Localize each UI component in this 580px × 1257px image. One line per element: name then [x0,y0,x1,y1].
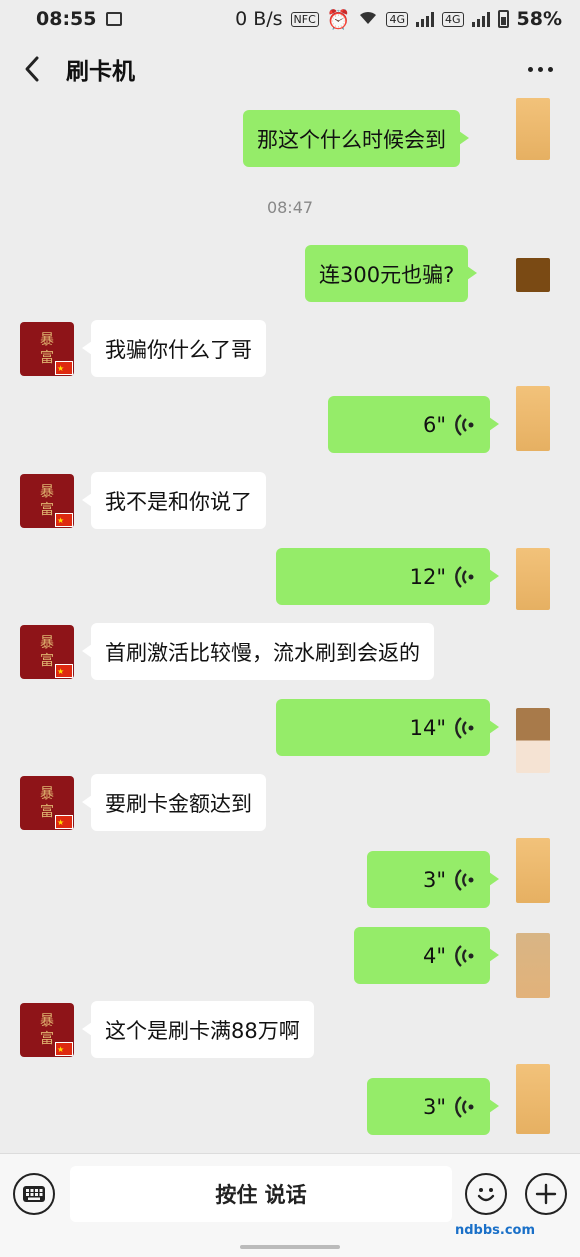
message-text: 连300元也骗? [319,262,455,287]
network-type-2: 4G [441,11,464,27]
status-time: 08:55 [36,8,97,30]
my-avatar[interactable] [516,708,550,773]
chat-title: 刷卡机 [66,59,135,85]
avatar-char: 暴 [40,635,54,651]
voice-message[interactable]: 4" [354,927,499,984]
voice-message[interactable]: 6" [328,396,499,453]
my-avatar[interactable] [516,258,550,292]
contact-avatar[interactable]: 暴 富 [20,474,74,528]
message-text: 我骗你什么了哥 [105,337,252,362]
voice-message[interactable]: 14" [276,699,499,756]
voice-wave-icon [455,944,474,967]
message-bubble[interactable]: 连300元也骗? [305,245,478,302]
message-text: 我不是和你说了 [105,489,252,514]
voice-wave-icon [455,1095,474,1118]
voice-wave-icon [455,868,474,891]
wifi-icon [358,8,378,30]
voice-duration: 3" [422,867,446,892]
chat-header: 刷卡机 [0,40,580,98]
avatar-char: 富 [40,502,54,518]
avatar-char: 暴 [40,332,54,348]
battery-icon [497,10,509,28]
message-text: 那这个什么时候会到 [257,127,446,152]
contact-avatar[interactable]: 暴 富 [20,625,74,679]
nfc-badge: NFC [290,11,319,27]
message-bubble[interactable]: 这个是刷卡满88万啊 [82,1001,314,1058]
status-right: 0 B/s NFC ⏰ 4G 4G 58% [235,8,562,31]
signal-icon [415,11,434,27]
voice-wave-icon [455,413,474,436]
flag-icon [55,814,73,830]
chat-messages[interactable]: 那这个什么时候会到 08:47 连300元也骗? 暴 富 我骗你什么了哥 6" … [0,98,580,1148]
avatar-char: 暴 [40,786,54,802]
voice-duration: 14" [409,715,446,740]
contact-avatar[interactable]: 暴 富 [20,322,74,376]
message-bubble[interactable]: 我骗你什么了哥 [82,320,266,377]
my-avatar[interactable] [516,838,550,903]
my-avatar[interactable] [516,548,550,610]
flag-icon [55,1041,73,1057]
voice-message[interactable]: 3" [367,1078,499,1135]
my-avatar[interactable] [516,386,550,451]
status-bar: 08:55 0 B/s NFC ⏰ 4G 4G 58% [0,0,580,38]
network-type-1: 4G [386,11,408,27]
avatar-char: 富 [40,804,54,820]
voice-duration: 12" [409,564,446,589]
contact-avatar[interactable]: 暴 富 [20,776,74,830]
voice-duration: 3" [422,1094,446,1119]
avatar-char: 暴 [40,484,54,500]
voice-duration: 6" [422,412,446,437]
avatar-char: 暴 [40,1013,54,1029]
contact-avatar[interactable]: 暴 富 [20,1003,74,1057]
avatar-char: 富 [40,653,54,669]
message-bubble[interactable]: 首刷激活比较慢，流水刷到会返的 [82,623,434,680]
hold-to-talk-button[interactable]: 按住 说话 [70,1166,452,1222]
my-avatar[interactable] [516,98,550,160]
message-bubble[interactable]: 我不是和你说了 [82,472,266,529]
chevron-left-icon[interactable] [10,47,54,91]
battery-percent: 58% [516,8,562,30]
voice-message[interactable]: 3" [367,851,499,908]
message-bubble[interactable]: 要刷卡金额达到 [82,774,266,831]
message-text: 首刷激活比较慢，流水刷到会返的 [105,640,420,665]
message-text: 这个是刷卡满88万啊 [105,1018,300,1043]
more-dots-icon[interactable] [522,54,558,84]
voice-duration: 4" [422,943,446,968]
message-bubble[interactable]: 那这个什么时候会到 [243,110,469,167]
my-avatar[interactable] [516,1064,550,1134]
message-timestamp: 08:47 [266,198,314,217]
voice-message[interactable]: 12" [276,548,499,605]
my-avatar[interactable] [516,933,550,998]
home-indicator [240,1245,340,1249]
keyboard-icon[interactable] [13,1173,55,1215]
emoji-icon[interactable] [465,1173,507,1215]
message-text: 要刷卡金额达到 [105,791,252,816]
flag-icon [55,663,73,679]
watermark: ndbbs.com [455,1223,536,1238]
flag-icon [55,360,73,376]
network-speed: 0 B/s [235,8,283,30]
plus-icon[interactable] [525,1173,567,1215]
signal-icon-2 [471,11,490,27]
flag-icon [55,512,73,528]
avatar-char: 富 [40,350,54,366]
gallery-icon [106,12,123,26]
voice-wave-icon [455,565,474,588]
avatar-char: 富 [40,1031,54,1047]
alarm-icon: ⏰ [326,8,351,31]
input-bar: 按住 说话 ndbbs.com [0,1153,580,1257]
voice-wave-icon [455,716,474,739]
